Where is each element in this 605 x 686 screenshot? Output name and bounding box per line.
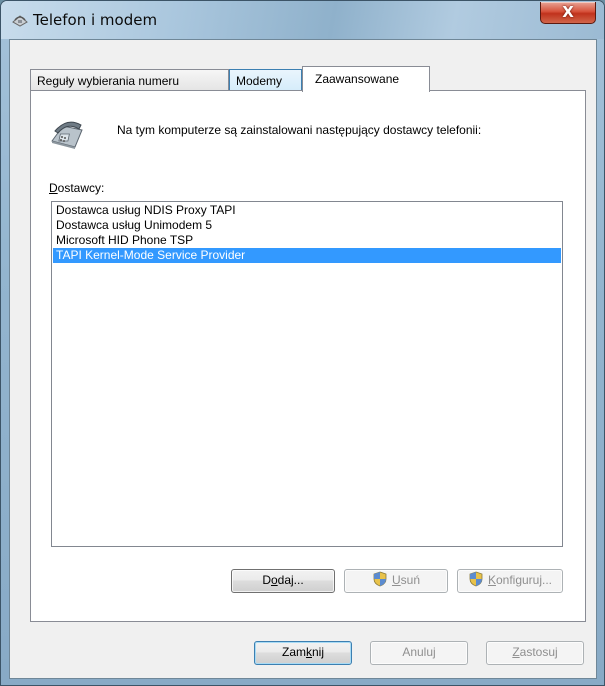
provider-item-selected[interactable]: TAPI Kernel-Mode Service Provider (53, 248, 561, 263)
cancel-button[interactable]: Anuluj (370, 641, 468, 665)
telephone-icon (51, 121, 83, 149)
tab-label: Modemy (236, 74, 283, 88)
providers-label: Dostawcy: (49, 181, 104, 195)
uac-shield-icon (373, 571, 387, 587)
btn-text: astosuj (519, 645, 558, 659)
provider-item[interactable]: Microsoft HID Phone TSP (53, 233, 561, 248)
btn-text: suń (400, 573, 421, 587)
btn-text: D (262, 573, 271, 587)
dialog-window: Telefon i modem X Reguły wybierania nume… (0, 0, 605, 686)
mnemonic-letter: D (49, 181, 58, 195)
btn-mnemonic: Z (512, 645, 520, 659)
configure-button[interactable]: Konfiguruj... (457, 569, 563, 593)
btn-text: Anuluj (402, 645, 436, 659)
window-title: Telefon i modem (33, 11, 158, 29)
title-bar[interactable]: Telefon i modem X (1, 1, 604, 39)
tab-dialing-rules[interactable]: Reguły wybierania numeru (30, 69, 229, 91)
btn-mnemonic: K (487, 573, 496, 587)
uac-shield-icon (469, 571, 483, 587)
btn-mnemonic: U (391, 573, 401, 587)
provider-item[interactable]: Dostawca usług NDIS Proxy TAPI (53, 203, 561, 218)
btn-mnemonic: o (270, 573, 278, 587)
apply-button[interactable]: Zastosuj (486, 641, 584, 665)
providers-description: Na tym komputerze są zainstalowani nastę… (117, 123, 482, 137)
btn-text: nij (311, 645, 324, 659)
close-dialog-button[interactable]: Zamknij (254, 641, 352, 665)
label-rest: ostawcy: (57, 181, 105, 195)
providers-listbox[interactable]: Dostawca usług NDIS Proxy TAPI Dostawca … (51, 201, 563, 547)
tab-modems[interactable]: Modemy (229, 69, 302, 91)
advanced-tab-panel: Na tym komputerze są zainstalowani nastę… (30, 90, 586, 622)
btn-text: onfiguruj... (495, 573, 553, 587)
tab-label: Zaawansowane (315, 72, 400, 86)
close-icon: X (562, 3, 574, 21)
btn-text: daj... (277, 573, 304, 587)
provider-item[interactable]: Dostawca usług Unimodem 5 (53, 218, 561, 233)
remove-button[interactable]: Usuń (344, 569, 448, 593)
close-window-button[interactable]: X (540, 2, 596, 24)
add-button[interactable]: Dodaj... (231, 569, 335, 593)
dialog-client-area: Reguły wybierania numeru Modemy Zaawanso… (9, 39, 597, 679)
tab-advanced[interactable]: Zaawansowane (302, 66, 430, 92)
btn-text: Zam (281, 645, 306, 659)
phone-modem-icon (12, 15, 28, 27)
tab-label: Reguły wybierania numeru (37, 74, 180, 88)
